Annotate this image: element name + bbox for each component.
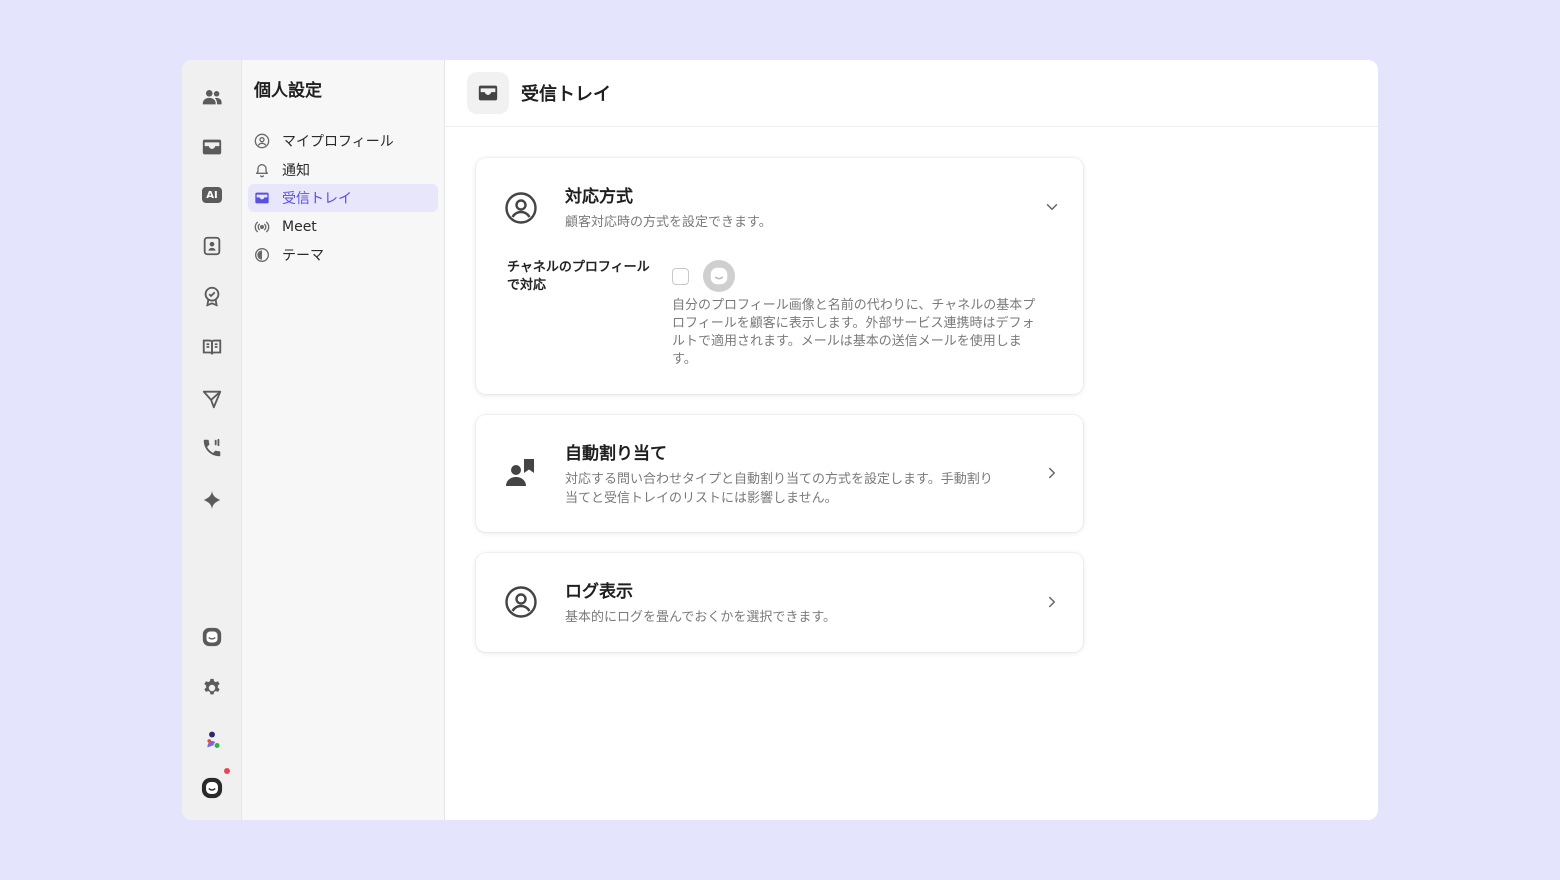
nav-item-meet[interactable]: Meet xyxy=(248,213,438,241)
nav-item-notifications[interactable]: 通知 xyxy=(248,156,438,184)
theme-icon xyxy=(254,247,270,263)
card-title: 対応方式 xyxy=(565,187,633,207)
chevron-down-icon[interactable] xyxy=(1043,198,1061,216)
page-title: 受信トレイ xyxy=(521,84,611,105)
notification-dot xyxy=(224,768,230,774)
sparkle-icon[interactable] xyxy=(196,484,228,516)
nav-item-theme[interactable]: テーマ xyxy=(248,241,438,269)
ai-icon[interactable]: AI xyxy=(196,179,228,211)
team-icon[interactable] xyxy=(196,81,228,113)
option-description: 自分のプロフィール画像と名前の代わりに、チャネルの基本プロフィールを顧客に表示し… xyxy=(672,298,1036,367)
profile-icon xyxy=(504,585,538,619)
nav-item-label: 受信トレイ xyxy=(282,191,352,207)
gear-icon[interactable] xyxy=(196,672,228,704)
card-title: 自動割り当て xyxy=(565,444,667,464)
broadcast-icon xyxy=(254,219,270,235)
inbox-icon xyxy=(467,72,509,114)
nav-item-my-profile[interactable]: マイプロフィール xyxy=(248,127,438,155)
nav-item-label: Meet xyxy=(282,218,317,235)
nav-item-label: 通知 xyxy=(282,162,310,179)
nav-item-label: マイプロフィール xyxy=(282,134,394,150)
chevron-right-icon[interactable] xyxy=(1043,464,1061,482)
ai-label: AI xyxy=(202,187,222,203)
badge-icon[interactable] xyxy=(196,280,228,312)
bell-icon xyxy=(254,162,270,178)
nav-item-inbox[interactable]: 受信トレイ xyxy=(248,184,438,212)
settings-card-log-display[interactable]: ログ表示 基本的にログを畳んでおくかを選択できます。 xyxy=(476,553,1083,652)
card-description: 基本的にログを畳んでおくかを選択できます。 xyxy=(565,610,837,625)
channel-profile-checkbox[interactable] xyxy=(672,268,689,285)
workspace-logo-icon[interactable] xyxy=(196,768,230,804)
nav-title: 個人設定 xyxy=(254,81,322,101)
main-content: 受信トレイ 対応方式 顧客対応時の方式を設定できます。 チャネルのプロフィールで… xyxy=(445,60,1378,820)
settings-nav: 個人設定 マイプロフィール 通知 受信トレイ Meet テーマ xyxy=(242,60,445,820)
page-header: 受信トレイ xyxy=(445,60,1378,127)
card-title: ログ表示 xyxy=(565,582,633,602)
chevron-right-icon[interactable] xyxy=(1043,593,1061,611)
card-header[interactable]: 対応方式 顧客対応時の方式を設定できます。 xyxy=(476,158,1083,248)
inbox-icon xyxy=(254,190,270,206)
profile-icon xyxy=(504,191,538,225)
user-avatar[interactable] xyxy=(196,724,228,756)
app-window: AI 個人設定 マイプロフィール 通知 受信トレイ Meet テーマ 受信トレイ… xyxy=(182,60,1378,820)
assign-icon xyxy=(504,456,538,490)
channel-logo-icon[interactable] xyxy=(196,621,228,653)
send-icon[interactable] xyxy=(196,383,228,415)
contacts-icon[interactable] xyxy=(196,230,228,262)
card-description: 顧客対応時の方式を設定できます。 xyxy=(565,215,772,230)
card-description: 対応する問い合わせタイプと自動割り当ての方式を設定します。手動割り当てと受信トレ… xyxy=(565,472,993,506)
settings-card-response-mode: 対応方式 顧客対応時の方式を設定できます。 チャネルのプロフィールで対応 自分の… xyxy=(476,158,1083,394)
icon-rail: AI xyxy=(182,60,242,820)
profile-icon xyxy=(254,133,270,149)
option-label: チャネルのプロフィールで対応 xyxy=(507,260,650,293)
inbox-icon[interactable] xyxy=(196,131,228,163)
settings-card-auto-assign[interactable]: 自動割り当て 対応する問い合わせタイプと自動割り当ての方式を設定します。手動割り… xyxy=(476,415,1083,532)
book-icon[interactable] xyxy=(196,331,228,363)
phone-icon[interactable] xyxy=(196,432,228,464)
nav-item-label: テーマ xyxy=(282,248,324,264)
channel-avatar xyxy=(703,260,735,292)
